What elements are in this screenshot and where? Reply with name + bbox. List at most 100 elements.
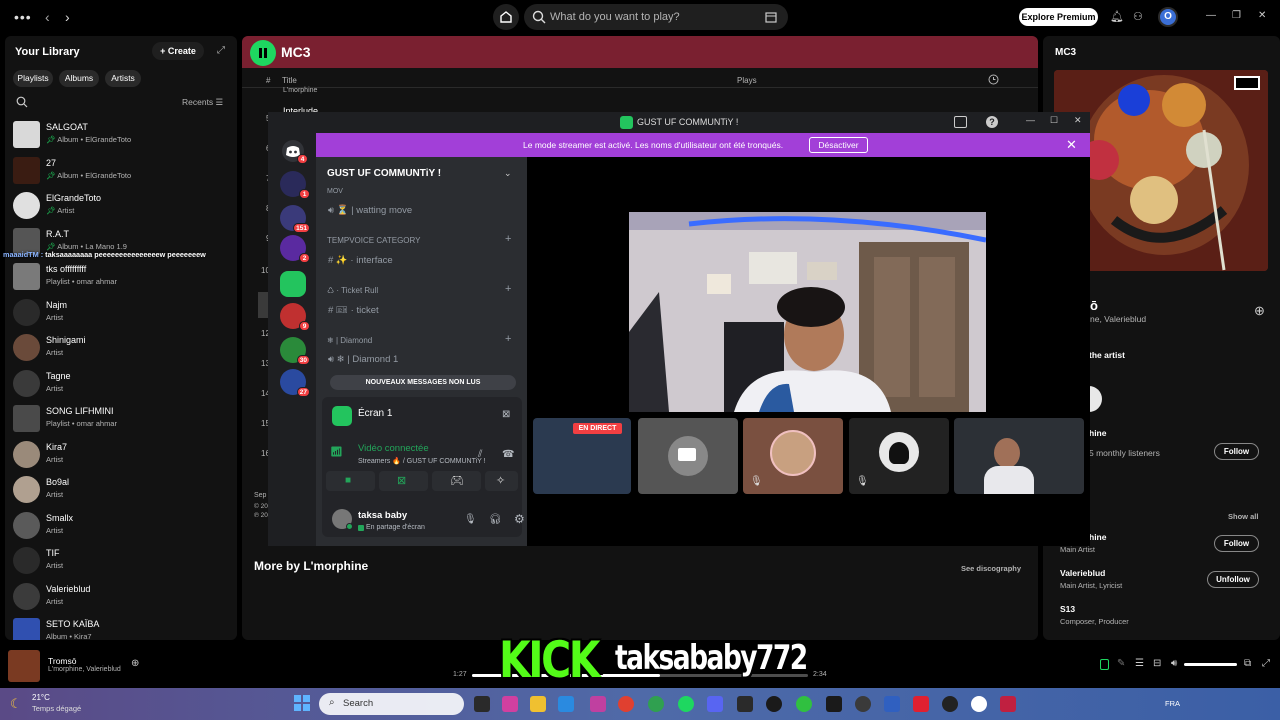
- library-item[interactable]: Najm Artist: [13, 297, 235, 329]
- minimize-icon[interactable]: —: [1206, 10, 1216, 21]
- app-icon-8[interactable]: [971, 696, 987, 712]
- library-item[interactable]: Kira7 Artist: [13, 439, 235, 471]
- server-green[interactable]: 30: [280, 337, 310, 365]
- stop-stream-icon[interactable]: ⊠: [502, 409, 510, 420]
- credit-name[interactable]: Valerieblud: [1060, 568, 1105, 578]
- file-explorer-icon[interactable]: [530, 696, 546, 712]
- server-purple[interactable]: 2: [280, 235, 310, 263]
- mic-icon[interactable]: 🎙︎: [464, 514, 477, 525]
- more-by-heading[interactable]: More by L'morphine: [254, 559, 368, 573]
- voice-channel-path[interactable]: Streamers 🔥 / GUST UF COMMUNTiY !: [358, 457, 486, 465]
- weather-desc[interactable]: Temps dégagé: [32, 704, 81, 713]
- app-icon-6[interactable]: [913, 696, 929, 712]
- forward-arrow-icon[interactable]: ›: [65, 9, 70, 25]
- home-button[interactable]: [493, 4, 519, 30]
- channel-diamond-1[interactable]: 🔊︎ ❄ | Diamond 1: [328, 354, 398, 365]
- browse-icon[interactable]: [764, 10, 778, 24]
- camera-button[interactable]: ■: [326, 471, 375, 491]
- library-search-icon[interactable]: [16, 96, 28, 108]
- credit-name[interactable]: hine: [1089, 532, 1106, 542]
- main-video-stream[interactable]: [629, 212, 986, 412]
- participant-tile-4[interactable]: [954, 418, 1084, 494]
- settings-gear-icon[interactable]: ⚙: [514, 512, 525, 526]
- library-item[interactable]: Valerieblud Artist: [13, 581, 235, 613]
- category-mov[interactable]: MOV: [327, 188, 343, 195]
- library-item[interactable]: tks offfffffff Playlist • omar ahmar: [13, 261, 235, 293]
- now-playing-view-icon[interactable]: [1100, 659, 1109, 670]
- app-icon-2[interactable]: [796, 696, 812, 712]
- category-diamond[interactable]: ❄ | Diamond: [327, 336, 372, 345]
- add-icon[interactable]: ⊕: [1254, 303, 1265, 319]
- headphones-icon[interactable]: 🎧︎: [489, 514, 502, 525]
- weather-moon-icon[interactable]: ☾: [10, 696, 22, 712]
- chrome-icon[interactable]: [648, 696, 664, 712]
- disable-streamer-button[interactable]: Désactiver: [809, 137, 868, 153]
- maximize-icon[interactable]: ❐: [1232, 10, 1241, 21]
- track-row-partial[interactable]: L'morphine: [283, 87, 317, 94]
- connect-device-icon[interactable]: ⊟: [1153, 658, 1161, 669]
- see-discography-link[interactable]: See discography: [961, 564, 1021, 573]
- server-gust-active[interactable]: [280, 271, 306, 297]
- discord-close-icon[interactable]: ✕: [1074, 115, 1082, 126]
- library-item[interactable]: Tagne Artist: [13, 368, 235, 400]
- library-item[interactable]: SONG LIFHMINI Playlist • omar ahmar: [13, 403, 235, 435]
- queue-icon[interactable]: ☰: [1135, 658, 1144, 669]
- server-macro-2[interactable]: 151: [280, 205, 310, 233]
- server-macro[interactable]: 1: [280, 171, 310, 199]
- add-channel-icon-2[interactable]: +: [505, 283, 511, 295]
- now-playing-artist[interactable]: L'morphine, Valerieblud: [48, 666, 121, 673]
- library-item[interactable]: SETO KAÏBA Album • Kira7: [13, 616, 235, 640]
- chrome-canary-icon[interactable]: [618, 696, 634, 712]
- library-item[interactable]: Shinigami Artist: [13, 332, 235, 364]
- filter-artists[interactable]: Artists: [105, 70, 141, 87]
- unfollow-button[interactable]: Unfollow: [1207, 571, 1259, 588]
- share-screen-button[interactable]: ⊠: [379, 471, 428, 491]
- follow-button[interactable]: Follow: [1214, 535, 1259, 552]
- expand-icon[interactable]: ⤢: [217, 45, 225, 56]
- library-item[interactable]: ElGrandeToto 📌︎ Artist: [13, 190, 235, 222]
- now-playing-cover[interactable]: [8, 650, 40, 682]
- bell-icon[interactable]: 🔔︎: [1110, 10, 1124, 23]
- activity-button[interactable]: 🎮︎: [432, 471, 481, 491]
- add-channel-icon[interactable]: +: [505, 233, 511, 245]
- channel-watching[interactable]: 🔊︎ ⏳ | watting move: [328, 205, 412, 216]
- app-icon-1[interactable]: [737, 696, 753, 712]
- taskbar-search[interactable]: ⌕ Search: [319, 693, 464, 715]
- show-all-link[interactable]: Show all: [1228, 512, 1258, 521]
- new-messages-pill[interactable]: NOUVEAUX MESSAGES NON LUS: [330, 375, 516, 390]
- follow-artist-button[interactable]: Follow: [1214, 443, 1259, 460]
- task-view-icon[interactable]: [474, 696, 490, 712]
- profile-avatar[interactable]: O: [1158, 7, 1178, 27]
- copilot-icon[interactable]: [502, 696, 518, 712]
- help-icon[interactable]: ?: [986, 116, 998, 128]
- close-icon[interactable]: ✕: [1258, 10, 1266, 21]
- participant-tile-2[interactable]: 🎙︎: [743, 418, 843, 494]
- inbox-icon[interactable]: [954, 116, 967, 128]
- instagram-icon[interactable]: [590, 696, 606, 712]
- volume-slider[interactable]: [1184, 663, 1237, 666]
- chatgpt-icon[interactable]: [766, 696, 782, 712]
- discord-minimize-icon[interactable]: —: [1026, 115, 1035, 125]
- server-red[interactable]: 9: [280, 303, 310, 331]
- participant-tile-3[interactable]: 🎙︎: [849, 418, 949, 494]
- category-ticket[interactable]: ♺ · Ticket Rull: [327, 286, 378, 295]
- menu-dots-icon[interactable]: •••: [14, 9, 32, 25]
- credit-name[interactable]: S13: [1060, 604, 1075, 614]
- library-item[interactable]: TIF Artist: [13, 545, 235, 577]
- mini-player-icon[interactable]: ⧉: [1244, 658, 1251, 669]
- discord-maximize-icon[interactable]: ☐: [1050, 115, 1058, 126]
- app-icon-7[interactable]: [942, 696, 958, 712]
- back-arrow-icon[interactable]: ‹: [45, 9, 50, 25]
- discord-taskbar-icon[interactable]: [707, 696, 723, 712]
- server-blue[interactable]: 27: [280, 369, 310, 397]
- app-icon-3[interactable]: [826, 696, 842, 712]
- category-tempvoice[interactable]: TEMPVOICE CATEGORY: [327, 236, 421, 245]
- spotify-icon[interactable]: [678, 696, 694, 712]
- soundboard-button[interactable]: ✧: [485, 471, 518, 491]
- explore-premium-button[interactable]: Explore Premium: [1019, 8, 1098, 26]
- channel-ticket[interactable]: # 🎫︎ · ticket: [328, 305, 379, 316]
- windows-start-icon[interactable]: [294, 695, 310, 711]
- server-name[interactable]: GUST UF COMMUNTiY !: [327, 168, 441, 179]
- edge-icon[interactable]: [558, 696, 574, 712]
- noise-icon[interactable]: ⫽: [478, 449, 482, 460]
